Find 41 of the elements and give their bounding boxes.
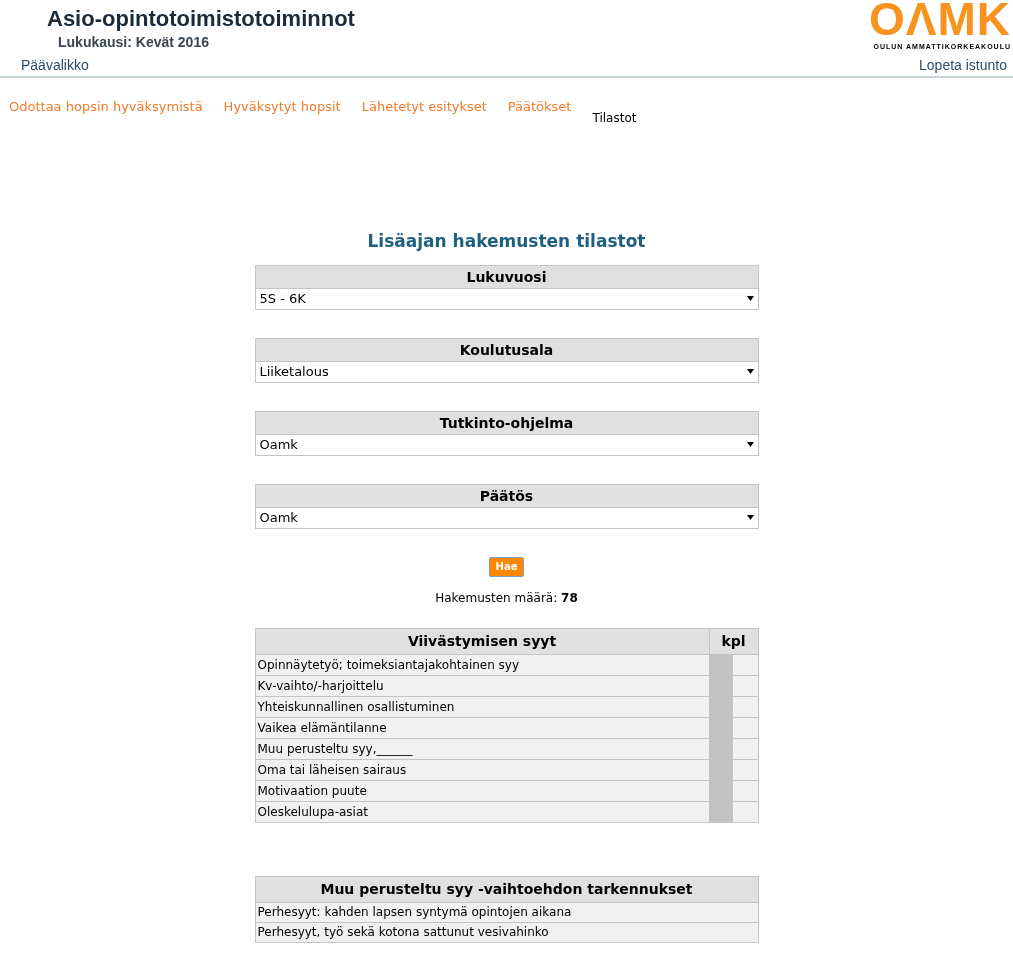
table-cell: [732, 696, 758, 717]
table-cell: [732, 738, 758, 759]
table-cell: Perhesyyt: kahden lapsen syntymä opintojen aikana: [255, 902, 758, 922]
filter-dropdown[interactable]: Liiketalous: [254, 361, 759, 383]
table-cell: [732, 759, 758, 780]
table-cell: Kv-vaihto/-harjoittelu: [255, 675, 709, 696]
table-cell: [732, 717, 758, 738]
filter-dropdown[interactable]: Oamk: [254, 434, 759, 456]
table-header: kpl: [709, 628, 758, 654]
table-cell: Motivaation puute: [255, 780, 709, 801]
table-cell: [732, 675, 758, 696]
filter-dropdown[interactable]: 5S - 6K: [254, 288, 759, 310]
semester-label: Lukukausi: Kevät 2016: [57, 33, 210, 52]
table-cell: Oleskelulupa-asiat: [255, 801, 709, 822]
nav-tab[interactable]: Tilastot: [592, 109, 637, 127]
dropdown-arrow-icon: [746, 295, 754, 302]
filter-dropdown[interactable]: Oamk: [254, 507, 759, 529]
table-cell: Vaikea elämäntilanne: [255, 717, 709, 738]
table-cell: Perhesyyt, työ sekä kotona sattunut vesivahinko: [255, 922, 758, 942]
dropdown-arrow-icon: [746, 368, 754, 375]
filter-header: Päätös: [254, 483, 759, 508]
table-cell: Muu perusteltu syy,______: [255, 738, 709, 759]
table-cell: Oma tai läheisen sairaus: [255, 759, 709, 780]
dropdown-arrow-icon: [746, 514, 754, 521]
app-title: Asio-opintotoimistotoiminnot: [47, 6, 355, 32]
main-menu-link[interactable]: Päävalikko: [21, 55, 89, 76]
page-heading: Lisäajan hakemusten tilastot: [366, 230, 647, 253]
application-count: Hakemusten määrä: 78: [434, 589, 579, 607]
table-cell: [732, 780, 758, 801]
logout-link[interactable]: Lopeta istunto: [919, 55, 1007, 76]
logo-text: OΛMK: [869, 0, 1011, 44]
table-cell: [732, 654, 758, 675]
filter-header: Koulutusala: [254, 337, 759, 362]
table-cell: Yhteiskunnallinen osallistuminen: [255, 696, 709, 717]
filter-header: Lukuvuosi: [254, 264, 759, 289]
dropdown-arrow-icon: [746, 441, 754, 448]
table-header: Viivästymisen syyt: [255, 628, 709, 654]
filter-header: Tutkinto-ohjelma: [254, 410, 759, 435]
table-cell: Opinnäytetyö; toimeksiantajakohtainen syy: [255, 654, 709, 675]
table-cell: [732, 801, 758, 822]
table-header: Muu perusteltu syy -vaihtoehdon tarkennukset: [255, 876, 758, 902]
